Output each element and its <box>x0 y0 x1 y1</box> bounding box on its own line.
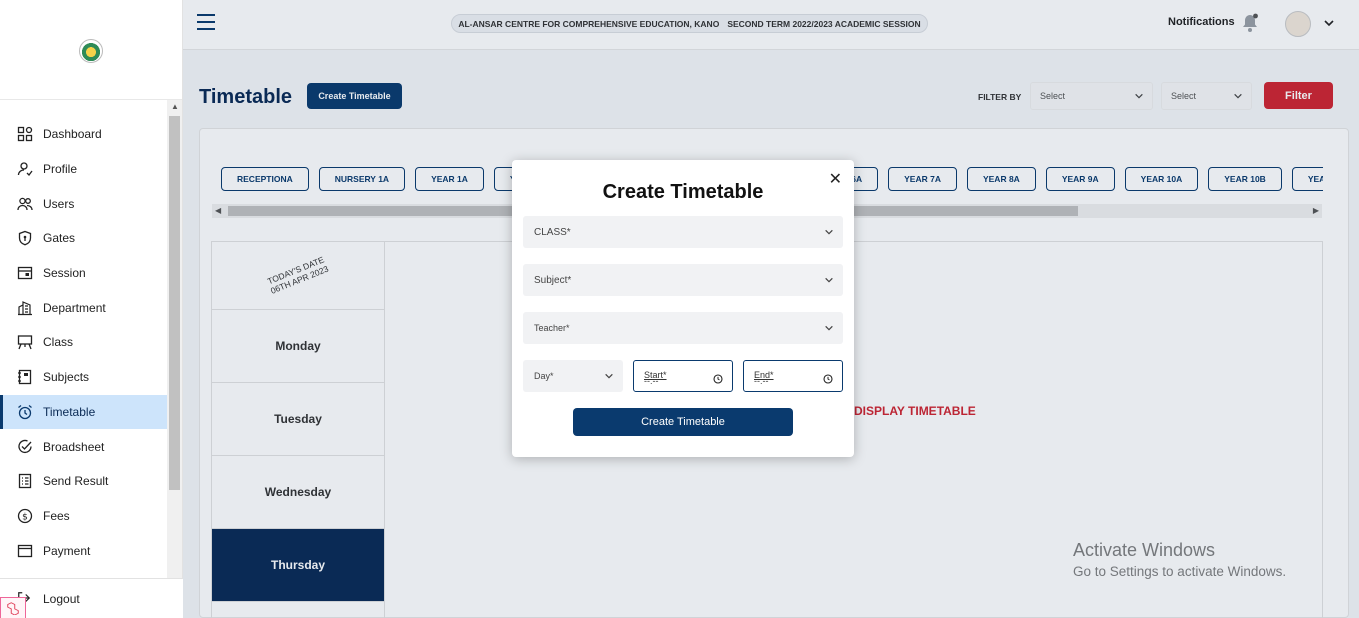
dashboard-icon <box>17 126 33 142</box>
end-time-input[interactable]: End* --:-- <box>743 360 843 392</box>
sidebar-item-label: Department <box>43 300 106 315</box>
logout-button[interactable]: Logout <box>0 578 183 618</box>
sidebar-item-gates[interactable]: Gates <box>0 221 167 256</box>
day-select[interactable]: Day* <box>523 360 623 392</box>
dollar-circle-icon: $ <box>17 508 33 524</box>
modal-title: Create Timetable <box>602 181 764 203</box>
users-icon <box>17 196 33 212</box>
sidebar-item-payment[interactable]: Payment <box>0 533 167 568</box>
list-icon <box>17 473 33 489</box>
sidebar-item-dashboard[interactable]: Dashboard <box>0 117 167 152</box>
sidebar-item-users[interactable]: Users <box>0 186 167 221</box>
sidebar-item-send-result[interactable]: Send Result <box>0 464 167 499</box>
window-icon <box>17 543 33 559</box>
sidebar-item-profile[interactable]: Profile <box>0 152 167 187</box>
easel-icon <box>17 334 33 350</box>
create-timetable-submit-button[interactable]: Create Timetable <box>573 408 793 436</box>
sidebar-item-label: Class <box>43 335 74 350</box>
teacher-select[interactable]: Teacher* <box>523 312 843 344</box>
sidebar-item-label: Send Result <box>43 474 109 489</box>
day-select-placeholder: Day* <box>534 371 554 381</box>
sidebar-item-fees[interactable]: $ Fees <box>0 499 167 534</box>
sidebar-item-label: Dashboard <box>43 127 102 142</box>
sidebar-item-department[interactable]: Department <box>0 290 167 325</box>
sidebar-item-label: Users <box>43 196 75 211</box>
laravel-icon <box>0 597 26 618</box>
shield-icon <box>17 230 33 246</box>
sidebar-item-label: Timetable <box>43 404 96 419</box>
sidebar-item-label: Fees <box>43 508 70 523</box>
chevron-down-icon <box>824 227 834 240</box>
chevron-down-icon <box>824 323 834 335</box>
alarm-clock-icon <box>17 404 33 420</box>
book-icon <box>17 369 33 385</box>
logout-label: Logout <box>43 591 80 606</box>
class-select-placeholder: CLASS* <box>534 226 571 238</box>
create-timetable-modal: ✕ Create Timetable CLASS* Subject* Teach… <box>512 160 854 457</box>
svg-text:$: $ <box>22 512 28 522</box>
sidebar-item-label: Gates <box>43 231 76 246</box>
sidebar-nav: Dashboard Profile Users Gates Session Departm… <box>0 100 167 578</box>
chevron-down-icon <box>824 275 834 288</box>
sidebar-item-label: Subjects <box>43 370 90 385</box>
logo-area <box>0 0 182 100</box>
clock-icon[interactable] <box>823 374 833 386</box>
sidebar-item-label: Broadsheet <box>43 439 105 454</box>
profile-icon <box>17 161 33 177</box>
check-circle-icon <box>17 439 33 455</box>
scroll-thumb[interactable] <box>169 116 180 490</box>
sidebar-item-session[interactable]: Session <box>0 256 167 291</box>
teacher-select-placeholder: Teacher* <box>534 323 570 333</box>
sidebar-item-label: Session <box>43 266 86 281</box>
sidebar-item-label: Profile <box>43 162 78 177</box>
chevron-down-icon <box>604 371 614 383</box>
subject-select[interactable]: Subject* <box>523 264 843 296</box>
session-icon <box>17 265 33 281</box>
clock-icon[interactable] <box>713 374 723 386</box>
sidebar-item-timetable[interactable]: Timetable <box>0 394 167 430</box>
sidebar: Dashboard Profile Users Gates Session Departm… <box>0 0 183 618</box>
sidebar-item-subjects[interactable]: Subjects <box>0 360 167 395</box>
start-time-input[interactable]: Start* --:-- <box>633 360 733 392</box>
scroll-up-arrow-icon[interactable]: ▲ <box>171 102 179 111</box>
class-select[interactable]: CLASS* <box>523 216 843 248</box>
sidebar-item-class[interactable]: Class <box>0 325 167 360</box>
sidebar-item-broadsheet[interactable]: Broadsheet <box>0 429 167 464</box>
school-logo <box>79 38 103 63</box>
building-icon <box>17 300 33 316</box>
subject-select-placeholder: Subject* <box>534 274 572 286</box>
sidebar-scrollbar[interactable]: ▲ <box>167 100 182 578</box>
sidebar-item-label: Payment <box>43 543 91 558</box>
